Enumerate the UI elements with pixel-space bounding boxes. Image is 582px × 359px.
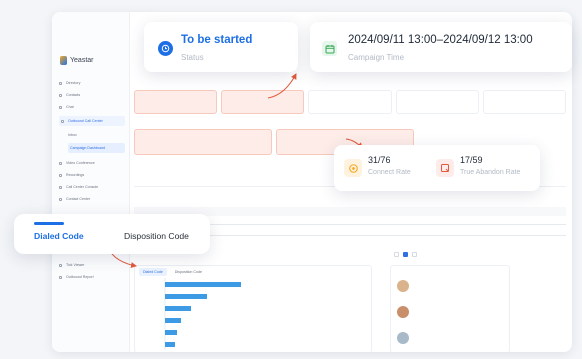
tab-disposition-code[interactable]: Disposition Code — [124, 231, 189, 241]
status-value: To be started — [181, 34, 253, 46]
tab-dialed-code[interactable]: Dialed Code — [34, 231, 84, 241]
connect-rate-label: Connect Rate — [368, 169, 411, 176]
abandon-icon — [436, 159, 454, 177]
abandon-rate-label: True Abandon Rate — [460, 169, 521, 176]
campaign-time-callout: 2024/09/11 13:00–2024/09/12 13:00 Campai… — [310, 22, 572, 72]
status-label: Status — [181, 53, 204, 62]
active-tab-indicator — [34, 222, 64, 225]
status-callout: To be started Status — [144, 22, 298, 72]
campaign-time-label: Campaign Time — [348, 53, 405, 62]
campaign-time-value: 2024/09/11 13:00–2024/09/12 13:00 — [348, 34, 533, 46]
target-icon — [344, 159, 362, 177]
code-tabs-callout: Dialed Code Disposition Code — [14, 214, 210, 254]
calendar-icon — [322, 41, 337, 56]
clock-icon — [158, 41, 173, 56]
abandon-rate-value: 17/59 — [460, 155, 483, 165]
connect-rate-callout: 31/76 Connect Rate 17/59 True Abandon Ra… — [334, 145, 540, 191]
arrow-status — [267, 73, 297, 99]
connect-rate-value: 31/76 — [368, 155, 391, 165]
